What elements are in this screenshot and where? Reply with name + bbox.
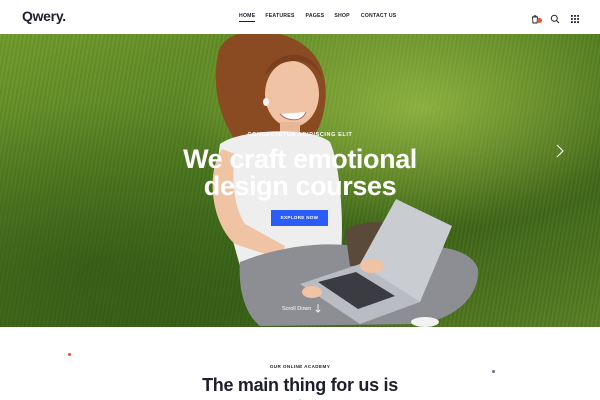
- nav-pages[interactable]: PAGES: [306, 13, 325, 19]
- cart-badge: [537, 18, 542, 23]
- hero-kicker: CONSECTETUR ADIPISCING ELIT: [247, 132, 353, 138]
- site-logo[interactable]: Qwery.: [22, 8, 66, 24]
- decor-dot-blue: [492, 370, 495, 373]
- academy-section: OUR ONLINE ACADEMY The main thing for us…: [0, 327, 600, 400]
- grid-menu-icon[interactable]: [570, 11, 580, 23]
- nav-features[interactable]: FEATURES: [265, 13, 294, 19]
- chevron-right-icon[interactable]: [553, 144, 565, 158]
- scroll-down-link[interactable]: Scroll Down: [282, 304, 321, 313]
- arrow-down-icon: [315, 304, 321, 313]
- nav-contact-us[interactable]: CONTACT US: [361, 13, 397, 19]
- nav-shop[interactable]: SHOP: [334, 13, 350, 19]
- section-title-line-1: The main thing for us is: [202, 375, 398, 395]
- scroll-down-label: Scroll Down: [282, 305, 312, 312]
- decor-dot-orange: [68, 353, 71, 356]
- cart-icon[interactable]: [530, 11, 542, 24]
- header-icons: [530, 11, 580, 24]
- search-icon[interactable]: [550, 11, 560, 24]
- hero-title-line-1: We craft emotional: [183, 144, 417, 174]
- hero-title-line-2: design courses: [203, 171, 397, 201]
- section-title: The main thing for us is t: [0, 375, 600, 400]
- site-header: Qwery. HOME FEATURES PAGES SHOP CONTACT …: [0, 0, 600, 34]
- nav-home[interactable]: HOME: [239, 13, 256, 22]
- section-title-line-2: t: [0, 396, 600, 400]
- explore-now-button[interactable]: EXPLORE NOW: [271, 210, 328, 226]
- hero-slider: CONSECTETUR ADIPISCING ELIT We craft emo…: [0, 34, 600, 327]
- main-nav: HOME FEATURES PAGES SHOP CONTACT US: [239, 13, 397, 22]
- section-kicker: OUR ONLINE ACADEMY: [269, 364, 331, 369]
- hero-title: We craft emotional design courses: [0, 146, 600, 200]
